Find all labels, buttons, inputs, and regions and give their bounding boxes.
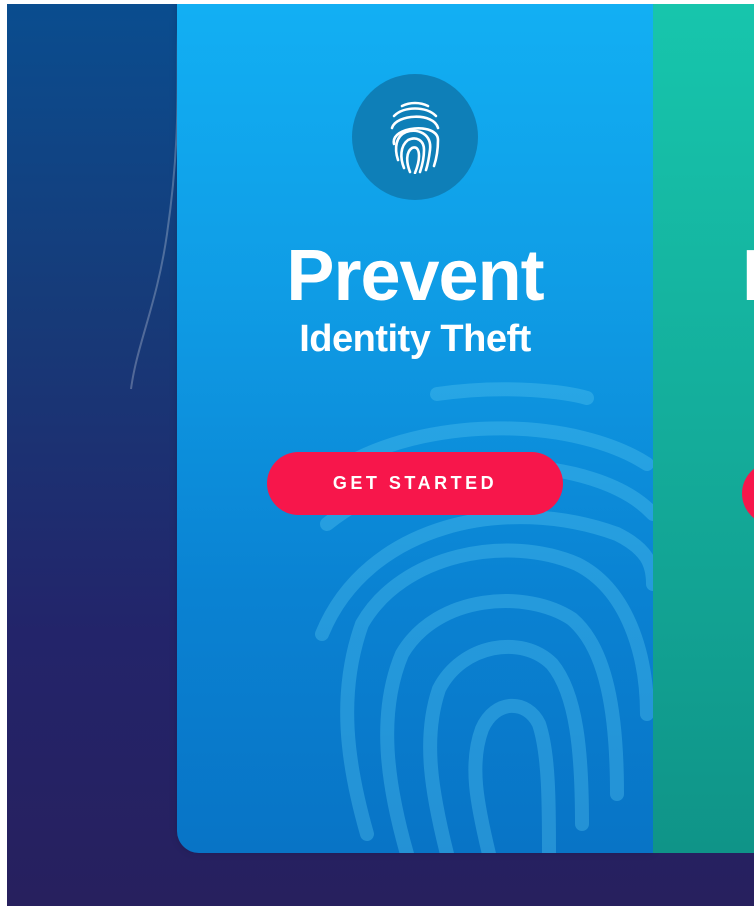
card-subtitle: Identity Theft — [299, 318, 531, 360]
carousel-stage: Prevent Identity Theft GET STARTED I — [7, 4, 754, 906]
next-card[interactable]: I — [653, 4, 754, 853]
next-card-title: I — [742, 236, 754, 316]
fingerprint-icon-badge — [352, 74, 478, 200]
next-card-button[interactable] — [742, 462, 754, 525]
fingerprint-icon — [390, 101, 440, 174]
card-title: Prevent — [286, 236, 544, 316]
get-started-button[interactable]: GET STARTED — [267, 452, 563, 515]
hero-card: Prevent Identity Theft GET STARTED — [177, 4, 653, 853]
